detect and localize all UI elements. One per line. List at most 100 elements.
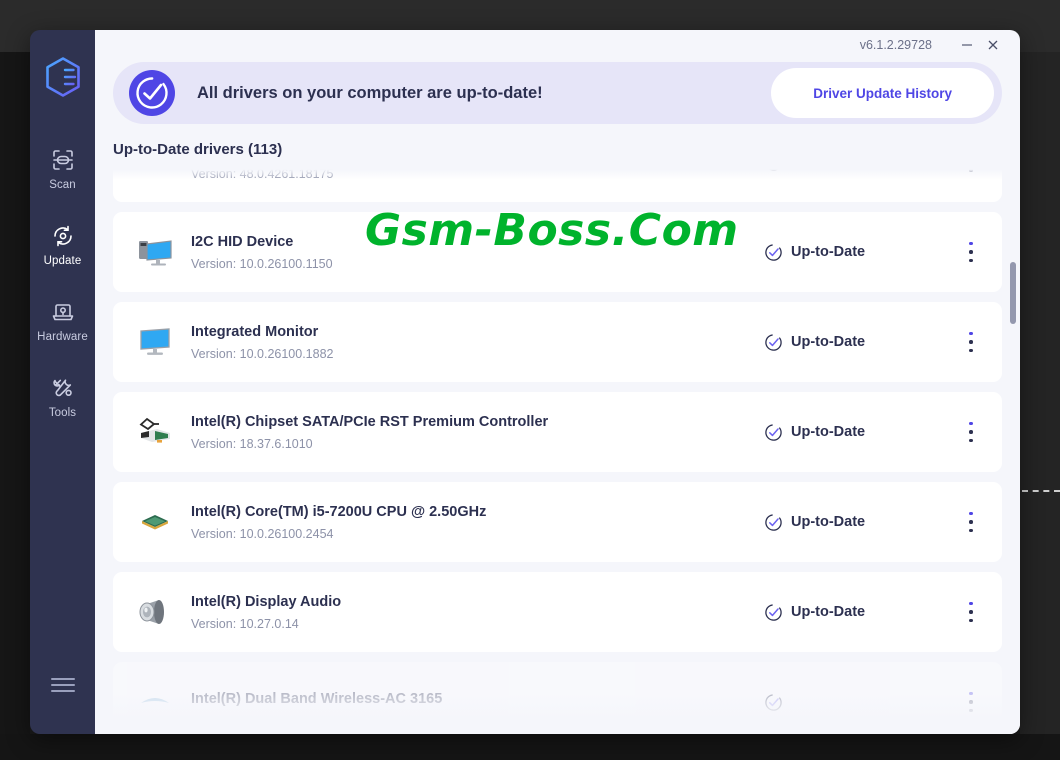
driver-name: Intel(R) Display Audio (191, 593, 342, 610)
backdrop-left-strip (0, 52, 30, 760)
desktop-pc-icon (131, 230, 179, 274)
sidebar: Scan Update Hardware Tools (30, 30, 95, 734)
driver-name: Intel(R) Dual Band Wireless-AC 3165 (191, 690, 443, 707)
table-row[interactable]: Intel(R) Display Audio Version: 10.27.0.… (113, 572, 1002, 652)
menu-dot (969, 348, 973, 353)
check-circle-icon (127, 68, 177, 118)
row-options-menu[interactable] (954, 500, 988, 544)
row-options-menu[interactable] (954, 166, 988, 184)
status-check-icon (765, 513, 782, 531)
menu-dot (969, 421, 973, 426)
table-row[interactable]: HP Smart Tank Plus 550 series(HSA) Versi… (113, 166, 1002, 202)
driver-version: Version: 10.0.26100.2454 (191, 526, 334, 541)
status-check-icon (765, 423, 782, 441)
pcie-card-icon (131, 410, 179, 454)
row-options-menu[interactable] (954, 590, 988, 634)
banner-message: All drivers on your computer are up-to-d… (197, 83, 543, 102)
menu-dot (969, 250, 973, 254)
tools-icon (51, 375, 75, 401)
menu-dot (969, 708, 973, 713)
menu-dot (969, 241, 973, 246)
driver-version: Version: 48.0.4261.18175 (191, 166, 334, 181)
status-text: Up-to-Date (791, 514, 866, 530)
wifi-icon (131, 680, 179, 724)
status-text: Up-to-Date (791, 166, 865, 170)
menu-dot (969, 511, 973, 516)
driver-booster-window: Scan Update Hardware Tools v6.1.2.29728 … (30, 30, 1020, 734)
driver-name: I2C HID Device (191, 233, 294, 250)
close-button[interactable] (980, 34, 1006, 56)
monitor-icon (131, 320, 179, 364)
main-panel: v6.1.2.29728 All drivers on your compute (95, 30, 1020, 734)
hexagon-logo-icon (45, 57, 80, 97)
backdrop-band-right (1020, 52, 1060, 760)
sidebar-item-label-hardware: Hardware (37, 331, 88, 343)
hamburger-menu-icon[interactable] (50, 674, 75, 696)
backdrop-dashed-divider (1022, 490, 1060, 492)
menu-dot (969, 691, 973, 696)
menu-dot (969, 520, 973, 524)
status-text: Up-to-Date (791, 334, 866, 350)
menu-dot (969, 601, 973, 606)
table-row[interactable]: Intel(R) Dual Band Wireless-AC 3165 (113, 662, 1002, 734)
driver-name: Intel(R) Chipset SATA/PCIe RST Premium C… (191, 413, 549, 430)
status-badge: Up-to-Date (764, 166, 954, 172)
status-check-icon (765, 603, 782, 621)
title-bar: v6.1.2.29728 (95, 30, 1020, 60)
status-badge: Up-to-Date (764, 243, 954, 262)
menu-dot (969, 618, 973, 623)
row-options-menu[interactable] (954, 680, 988, 724)
sidebar-item-hardware[interactable]: Hardware (30, 289, 95, 351)
menu-dot (969, 700, 973, 704)
sidebar-item-scan[interactable]: Scan (30, 137, 95, 199)
table-row[interactable]: Intel(R) Core(TM) i5-7200U CPU @ 2.50GHz… (113, 482, 1002, 562)
sidebar-item-tools[interactable]: Tools (30, 365, 95, 427)
table-row[interactable]: Integrated Monitor Version: 10.0.26100.1… (113, 302, 1002, 382)
status-text: Up-to-Date (791, 244, 866, 260)
driver-name: Intel(R) Core(TM) i5-7200U CPU @ 2.50GHz (191, 503, 487, 520)
row-options-menu[interactable] (954, 230, 988, 274)
status-banner: All drivers on your computer are up-to-d… (113, 62, 1002, 124)
update-icon (51, 223, 75, 249)
desktop-background: Scan Update Hardware Tools v6.1.2.29728 … (0, 0, 1060, 760)
version-label: v6.1.2.29728 (859, 38, 932, 52)
status-check-icon (765, 166, 782, 171)
hamburger-bar (50, 690, 75, 692)
status-check-icon (765, 333, 782, 351)
status-text: Up-to-Date (791, 604, 866, 620)
driver-list: HP Smart Tank Plus 550 series(HSA) Versi… (95, 166, 1020, 734)
sidebar-item-label-tools: Tools (48, 407, 77, 419)
speaker-icon (131, 590, 179, 634)
menu-dot (969, 340, 973, 344)
menu-dot (969, 331, 973, 336)
menu-dot (969, 438, 973, 443)
app-logo[interactable] (44, 56, 82, 103)
cpu-chip-icon (131, 500, 179, 544)
table-row[interactable]: I2C HID Device Version: 10.0.26100.1150 … (113, 212, 1002, 292)
sidebar-item-label-scan: Scan (49, 179, 76, 191)
sidebar-item-update[interactable]: Update (30, 213, 95, 275)
status-badge: Up-to-Date (764, 333, 954, 352)
table-row[interactable]: Intel(R) Chipset SATA/PCIe RST Premium C… (113, 392, 1002, 472)
menu-dot (969, 610, 973, 614)
driver-name: Integrated Monitor (191, 323, 319, 340)
list-scrollbar[interactable] (1009, 166, 1017, 734)
scrollbar-thumb[interactable] (1010, 262, 1016, 324)
row-options-menu[interactable] (954, 410, 988, 454)
status-badge: Up-to-Date (764, 513, 954, 532)
menu-dot (969, 528, 973, 533)
minimize-button[interactable] (954, 34, 980, 56)
menu-dot (969, 168, 973, 173)
driver-update-history-button[interactable]: Driver Update History (771, 68, 994, 118)
status-check-icon (765, 243, 782, 261)
row-options-menu[interactable] (954, 320, 988, 364)
sidebar-item-label-update: Update (43, 255, 82, 267)
status-badge: Up-to-Date (764, 603, 954, 622)
driver-version: Version: 10.0.26100.1882 (191, 346, 334, 361)
hardware-icon (51, 299, 75, 325)
status-badge: Up-to-Date (764, 423, 954, 442)
menu-dot (969, 430, 973, 434)
status-check-icon (765, 693, 782, 711)
driver-version: Version: 18.37.6.1010 (191, 436, 313, 451)
status-text: Up-to-Date (791, 424, 866, 440)
